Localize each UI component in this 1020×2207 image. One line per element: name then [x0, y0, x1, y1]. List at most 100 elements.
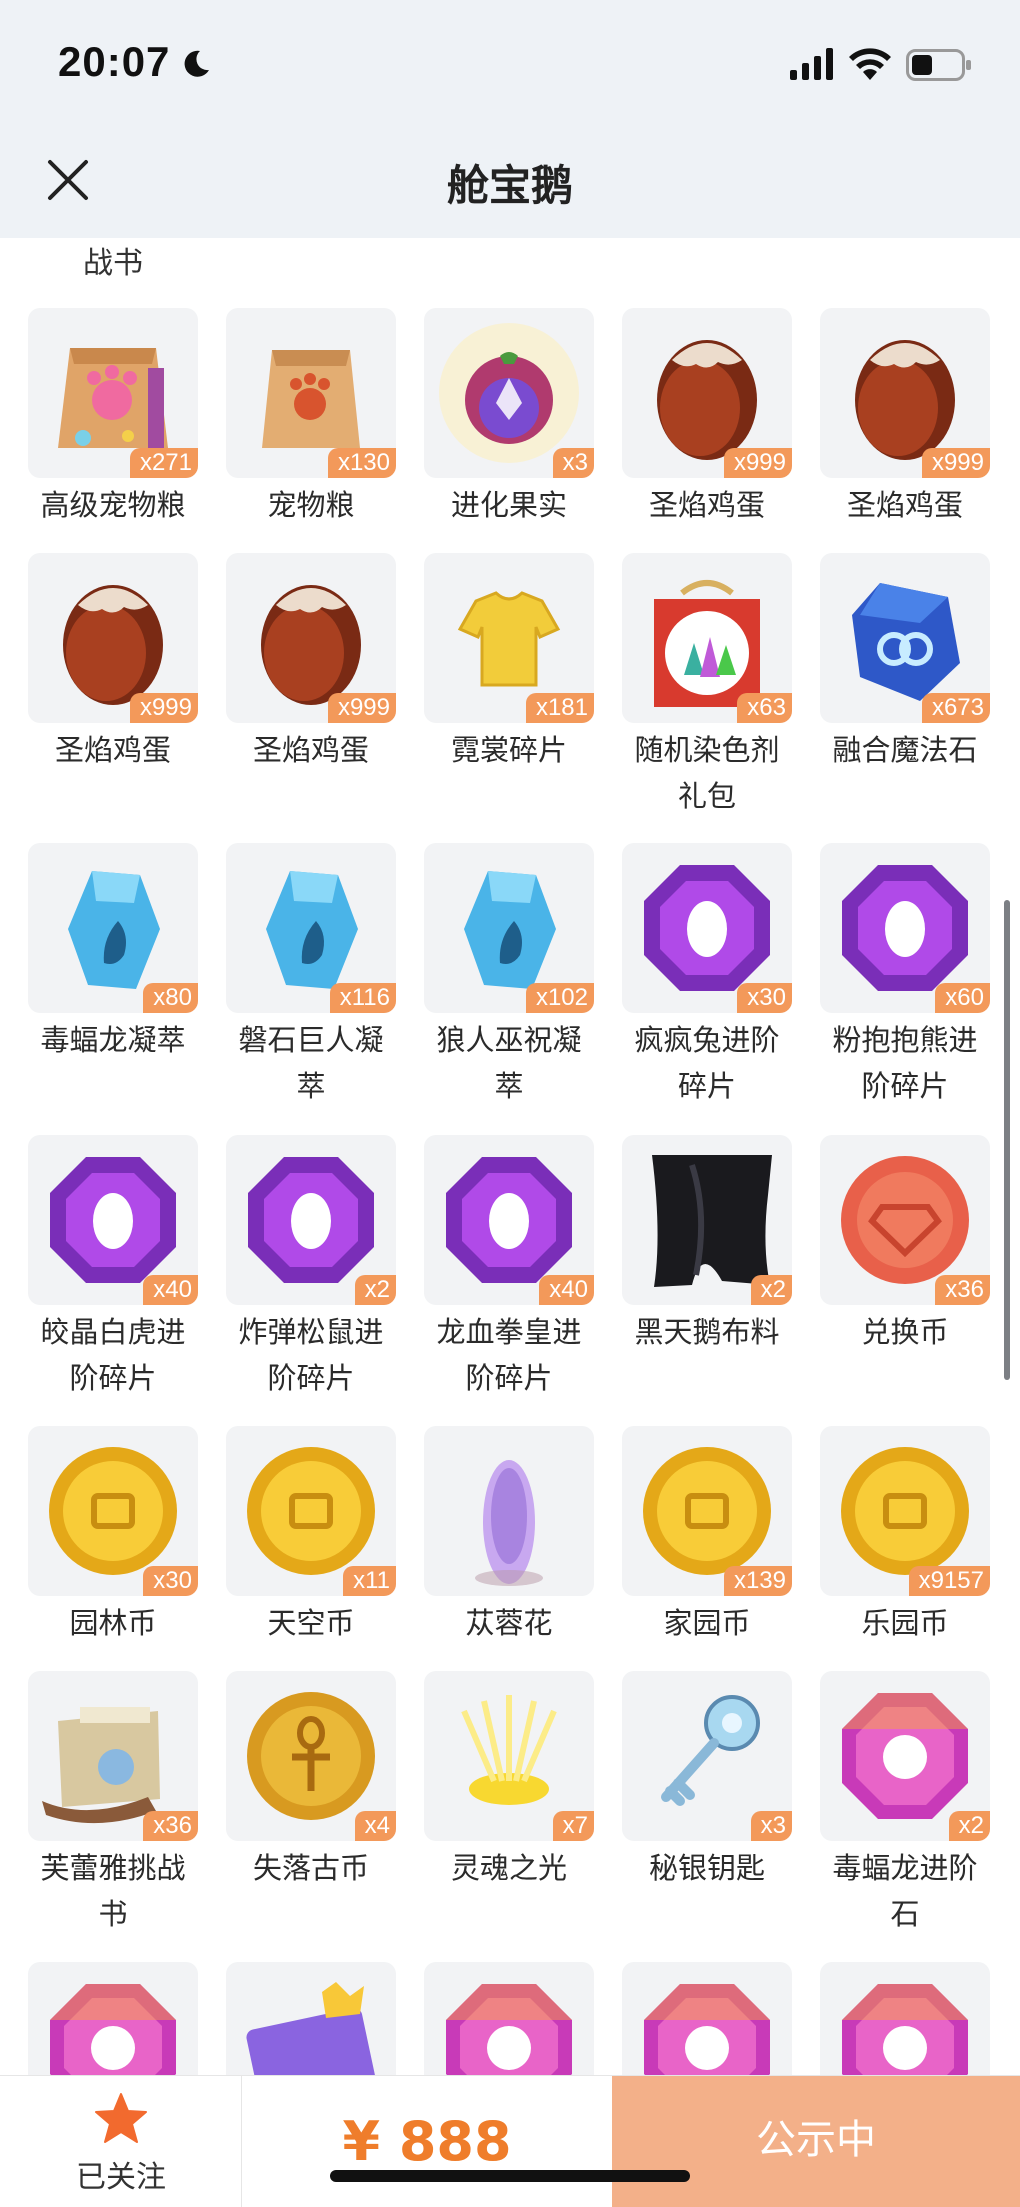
inventory-item[interactable]: x999 圣焰鸡蛋	[226, 553, 396, 773]
inventory-item[interactable]: x40 龙血拳皇进阶碎片	[424, 1135, 594, 1401]
item-count-badge: x999	[921, 448, 990, 478]
inventory-item[interactable]: x130 宠物粮	[226, 308, 396, 528]
scrollbar[interactable]	[1004, 900, 1010, 1380]
item-count-badge: x40	[539, 1275, 594, 1305]
pink-gem-icon	[644, 1984, 770, 2075]
inventory-item[interactable]: x9157 乐园币	[820, 1426, 990, 1646]
purple-card-icon	[246, 1982, 376, 2075]
inventory-item[interactable]: x2 黑天鹅布料	[622, 1135, 792, 1355]
item-count-badge: x673	[921, 693, 990, 723]
item-grid: 战书 x271 高级宠物粮 x130 宠物粮 x3 进化果实 x999 圣焰鸡蛋 x999 圣焰鸡…	[0, 238, 1020, 2075]
item-tile: x63	[622, 553, 792, 723]
item-tile: x80	[28, 843, 198, 1013]
public-status-button[interactable]: 公示中	[612, 2076, 1020, 2207]
follow-label: 已关注	[76, 2160, 166, 2195]
item-tile: x3	[424, 308, 594, 478]
pink-gem-icon	[842, 1984, 968, 2075]
item-name: 毒蝠龙凝萃	[40, 1023, 186, 1057]
status-bar: 20:07	[0, 0, 1020, 120]
item-tile: x2	[622, 1135, 792, 1305]
item-count-badge: x36	[935, 1275, 990, 1305]
inventory-item[interactable]: x60 粉抱抱熊进阶碎片	[820, 843, 990, 1109]
item-name: 狼人巫祝凝萃	[436, 1023, 582, 1103]
item-count-badge: x9157	[908, 1566, 990, 1596]
inventory-item[interactable]	[28, 1962, 198, 2075]
item-count-badge: x999	[327, 693, 396, 723]
inventory-item[interactable]: x36 兑换币	[820, 1135, 990, 1355]
item-name: 苁蓉花	[465, 1606, 553, 1640]
inventory-item[interactable]: x2 毒蝠龙进阶石	[820, 1671, 990, 1937]
inventory-item[interactable]	[622, 1962, 792, 2075]
inventory-item[interactable]: x36 芙蕾雅挑战书	[28, 1671, 198, 1937]
inventory-item[interactable]: x30 疯疯兔进阶碎片	[622, 843, 792, 1109]
inventory-item[interactable]: x80 毒蝠龙凝萃	[28, 843, 198, 1063]
item-count-badge: x999	[723, 448, 792, 478]
item-tile: x2	[820, 1671, 990, 1841]
item-name: 进化果实	[450, 488, 567, 522]
star-icon	[95, 2093, 147, 2143]
item-count-badge: x30	[737, 983, 792, 1013]
inventory-item[interactable]: x30 园林币	[28, 1426, 198, 1646]
item-count-badge: x3	[750, 1811, 792, 1841]
page-title: 舱宝鹅	[446, 161, 573, 210]
inventory-item[interactable]: x4 失落古币	[226, 1671, 396, 1891]
item-name: 融合魔法石	[832, 733, 978, 767]
moon-icon	[184, 50, 209, 77]
item-count-badge: x271	[129, 448, 198, 478]
item-count-badge: x40	[143, 1275, 198, 1305]
item-count-badge: x30	[143, 1566, 198, 1596]
item-count-badge: x36	[143, 1811, 198, 1841]
item-tile	[424, 1962, 594, 2075]
inventory-item[interactable]: x181 霓裳碎片	[424, 553, 594, 773]
item-tile: x116	[226, 843, 396, 1013]
item-tile: x102	[424, 843, 594, 1013]
inventory-item[interactable]: x999 圣焰鸡蛋	[622, 308, 792, 528]
item-name: 龙血拳皇进阶碎片	[436, 1315, 582, 1395]
item-tile: x7	[424, 1671, 594, 1841]
inventory-item[interactable]: x673 融合魔法石	[820, 553, 990, 773]
inventory-item[interactable]	[820, 1962, 990, 2075]
item-tile: x181	[424, 553, 594, 723]
item-name: 圣焰鸡蛋	[252, 733, 369, 767]
item-count-badge: x2	[750, 1275, 792, 1305]
item-tile	[424, 1426, 594, 1596]
inventory-item[interactable]	[226, 1962, 396, 2075]
inventory-item[interactable]: x271 高级宠物粮	[28, 308, 198, 528]
price-label: ¥ 888	[342, 2110, 512, 2173]
item-name: 炸弹松鼠进阶碎片	[238, 1315, 384, 1395]
inventory-item[interactable]: x63 随机染色剂礼包	[622, 553, 792, 819]
inventory-item[interactable]: x139 家园币	[622, 1426, 792, 1646]
item-tile	[820, 1962, 990, 2075]
item-count-badge: x102	[525, 983, 594, 1013]
inventory-item[interactable]: 苁蓉花	[424, 1426, 594, 1646]
item-tile	[226, 1962, 396, 2075]
item-tile: x673	[820, 553, 990, 723]
item-tile: x2	[226, 1135, 396, 1305]
inventory-item[interactable]: x102 狼人巫祝凝萃	[424, 843, 594, 1109]
inventory-item[interactable]: x3 秘银钥匙	[622, 1671, 792, 1891]
pink-gem-icon	[50, 1984, 176, 2075]
item-name: 皎晶白虎进阶碎片	[40, 1315, 186, 1395]
item-count-badge: x130	[327, 448, 396, 478]
follow-button[interactable]: 已关注	[0, 2076, 242, 2207]
item-name: 粉抱抱熊进阶碎片	[832, 1023, 978, 1103]
item-name: 灵魂之光	[450, 1851, 567, 1885]
inventory-item[interactable]: x40 皎晶白虎进阶碎片	[28, 1135, 198, 1401]
item-tile: x30	[622, 843, 792, 1013]
inventory-item[interactable]: x7 灵魂之光	[424, 1671, 594, 1891]
bottom-bar: 已关注 ¥ 888 公示中	[0, 2075, 1020, 2207]
item-name: 霓裳碎片	[450, 733, 567, 767]
item-tile: x40	[28, 1135, 198, 1305]
item-name: 天空币	[267, 1606, 355, 1640]
item-tile: x40	[424, 1135, 594, 1305]
item-tile	[28, 1962, 198, 2075]
inventory-item[interactable]: x999 圣焰鸡蛋	[820, 308, 990, 528]
inventory-item[interactable]: x116 磐石巨人凝萃	[226, 843, 396, 1109]
inventory-item[interactable]: x999 圣焰鸡蛋	[28, 553, 198, 773]
inventory-item[interactable]	[424, 1962, 594, 2075]
inventory-item[interactable]: x3 进化果实	[424, 308, 594, 528]
item-tile: x3	[622, 1671, 792, 1841]
item-name: 磐石巨人凝萃	[238, 1023, 384, 1103]
inventory-item[interactable]: x11 天空币	[226, 1426, 396, 1646]
inventory-item[interactable]: x2 炸弹松鼠进阶碎片	[226, 1135, 396, 1401]
